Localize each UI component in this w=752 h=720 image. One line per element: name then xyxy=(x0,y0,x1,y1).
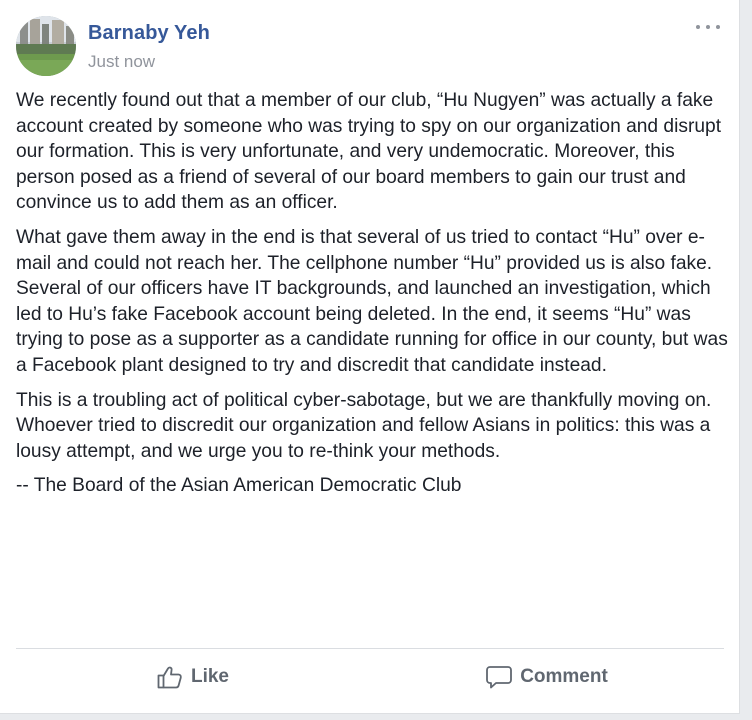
post-paragraph: We recently found out that a member of o… xyxy=(16,90,722,214)
like-button[interactable]: Like xyxy=(16,652,370,702)
ellipsis-icon xyxy=(706,25,710,29)
speech-bubble-icon xyxy=(486,665,513,689)
post-paragraph: This is a troubling act of political cyb… xyxy=(16,389,712,462)
avatar[interactable] xyxy=(16,16,76,76)
post-signature: -- The Board of the Asian American Democ… xyxy=(16,475,462,497)
comment-label: Comment xyxy=(520,666,608,687)
ellipsis-icon xyxy=(696,25,700,29)
ellipsis-icon xyxy=(716,25,720,29)
post-paragraph: What gave them away in the end is that s… xyxy=(16,226,728,376)
more-options-button[interactable] xyxy=(696,20,720,34)
like-label: Like xyxy=(190,666,230,687)
post-actions: Like Comment xyxy=(16,652,724,702)
author-name[interactable]: Barnaby Yeh xyxy=(88,22,210,45)
post-card: Barnaby Yeh Just now We recently found o… xyxy=(0,0,740,714)
comment-button[interactable]: Comment xyxy=(370,652,724,702)
thumbs-up-icon xyxy=(157,665,183,689)
post-body: We recently found out that a member of o… xyxy=(16,88,732,508)
post-timestamp[interactable]: Just now xyxy=(88,52,155,72)
post-header: Barnaby Yeh Just now xyxy=(16,16,724,76)
divider xyxy=(16,648,724,649)
